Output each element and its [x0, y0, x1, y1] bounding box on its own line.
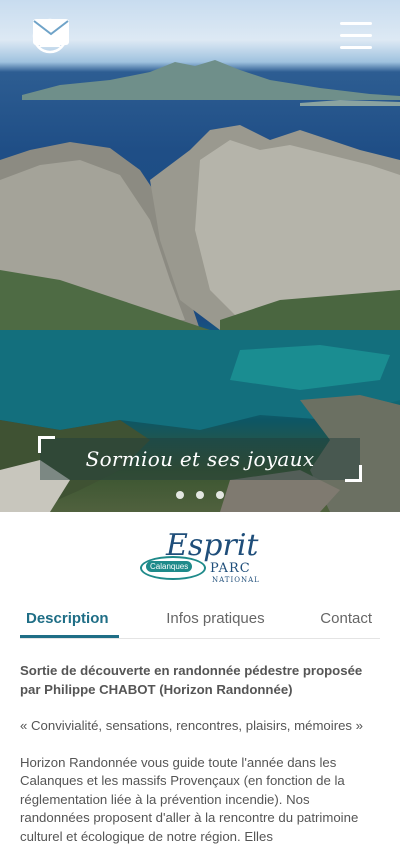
quote-text: « Convivialité, sensations, rencontres, …: [20, 718, 364, 733]
description-content: Sortie de découverte en randonnée pédest…: [20, 662, 380, 864]
mail-button[interactable]: [33, 18, 118, 54]
tab-contact[interactable]: Contact: [312, 606, 380, 638]
menu-button[interactable]: [340, 22, 372, 50]
corner-decoration: [345, 465, 362, 482]
mail-icon: [33, 19, 69, 45]
slider-dot[interactable]: [216, 491, 224, 499]
slider-dots: [0, 491, 400, 499]
intro-text: Sortie de découverte en randonnée pédest…: [20, 663, 363, 697]
logo-national: NATIONAL: [212, 576, 260, 584]
tab-bar: Description Infos pratiques Contact: [20, 606, 380, 639]
tab-description[interactable]: Description: [20, 606, 119, 638]
logo-calanques: Calanques: [146, 561, 193, 572]
calanque-landscape: [0, 60, 400, 512]
menu-icon: [340, 22, 372, 25]
corner-decoration: [38, 436, 55, 453]
slider-dot[interactable]: [196, 491, 204, 499]
slider-dot[interactable]: [176, 491, 184, 499]
body-text: Horizon Randonnée vous guide toute l'ann…: [20, 754, 359, 844]
tab-infos-pratiques[interactable]: Infos pratiques: [158, 606, 272, 638]
slide-caption-text: Sormiou et ses joyaux: [85, 447, 315, 471]
slide-caption: Sormiou et ses joyaux: [38, 436, 362, 482]
esprit-parc-logo: Esprit Calanques PARC NATIONAL: [140, 528, 264, 588]
logo-parc: PARC: [210, 561, 251, 576]
hero-image: Sormiou et ses joyaux: [0, 0, 400, 512]
